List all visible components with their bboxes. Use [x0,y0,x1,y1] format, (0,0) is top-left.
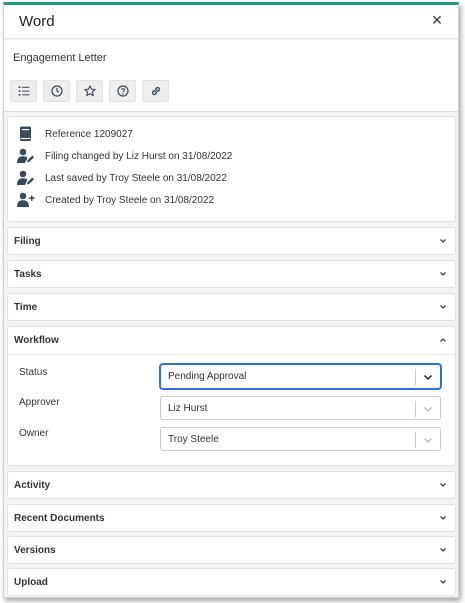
section-tasks[interactable]: Tasks [7,260,456,288]
star-icon [83,85,96,97]
chevron-down-icon [440,483,446,487]
favourite-button[interactable] [76,80,103,102]
link-icon [151,86,160,96]
chevron-up-icon [440,338,446,342]
checklist-icon [18,86,29,96]
clock-icon [50,85,63,97]
book-icon [17,126,37,142]
app-title: Word [19,13,55,30]
status-select[interactable]: Pending Approval [160,364,441,389]
user-edit-icon [17,170,37,186]
history-button[interactable] [43,80,70,102]
chevron-down-icon [440,548,446,552]
filing-changed-text: Filing changed by Liz Hurst on 31/08/202… [45,150,233,162]
section-label: Versions [14,545,56,556]
help-icon [116,85,129,97]
select-separator [415,401,416,417]
section-time[interactable]: Time [7,293,456,321]
status-value: Pending Approval [168,371,247,382]
word-panel: Word × Engagement Letter Reference 12090… [3,2,459,598]
approver-value: Liz Hurst [168,403,208,414]
created-row: Created by Troy Steele on 31/08/2022 [17,191,214,209]
section-workflow: Workflow Status Pending Approval Approve… [7,326,456,466]
document-info-card: Reference 1209027 Filing changed by Liz … [7,116,456,222]
section-label: Recent Documents [14,513,105,524]
section-versions[interactable]: Versions [7,536,456,564]
chevron-down-icon [440,305,446,309]
chevron-down-icon [423,374,433,381]
help-button[interactable] [109,80,136,102]
status-label: Status [19,367,48,378]
reference-text: Reference 1209027 [45,128,133,140]
section-label: Workflow [14,335,59,346]
document-header: Engagement Letter [4,40,458,112]
section-upload[interactable]: Upload [7,568,456,596]
close-icon[interactable]: × [428,11,446,30]
link-button[interactable] [142,80,169,102]
reference-row: Reference 1209027 [17,125,133,143]
section-label: Activity [14,480,51,491]
user-edit-icon [17,148,37,164]
title-bar: Word × [4,5,458,39]
owner-label: Owner [19,428,49,439]
checklist-button[interactable] [10,80,37,102]
document-name: Engagement Letter [13,52,107,64]
chevron-down-icon [424,438,432,443]
approver-select[interactable]: Liz Hurst [160,396,441,420]
owner-select[interactable]: Troy Steele [160,427,441,451]
section-recent-documents[interactable]: Recent Documents [7,504,456,532]
select-separator [415,432,416,448]
chevron-down-icon [440,239,446,243]
section-label: Tasks [14,269,42,280]
section-activity[interactable]: Activity [7,471,456,499]
chevron-down-icon [424,407,432,412]
owner-value: Troy Steele [168,434,219,445]
last-saved-row: Last saved by Troy Steele on 31/08/2022 [17,169,227,187]
section-label: Time [14,302,38,313]
approver-label: Approver [19,397,60,408]
filing-changed-row: Filing changed by Liz Hurst on 31/08/202… [17,147,232,165]
user-plus-icon [17,192,37,208]
last-saved-text: Last saved by Troy Steele on 31/08/2022 [45,172,227,184]
chevron-down-icon [440,516,446,520]
section-label: Upload [14,577,48,588]
chevron-down-icon [440,580,446,584]
section-label: Filing [14,236,41,247]
workflow-header[interactable]: Workflow [8,327,455,355]
toolbar [10,80,169,102]
section-filing[interactable]: Filing [7,227,456,255]
created-text: Created by Troy Steele on 31/08/2022 [45,194,215,206]
select-separator [415,369,416,385]
chevron-down-icon [440,272,446,276]
